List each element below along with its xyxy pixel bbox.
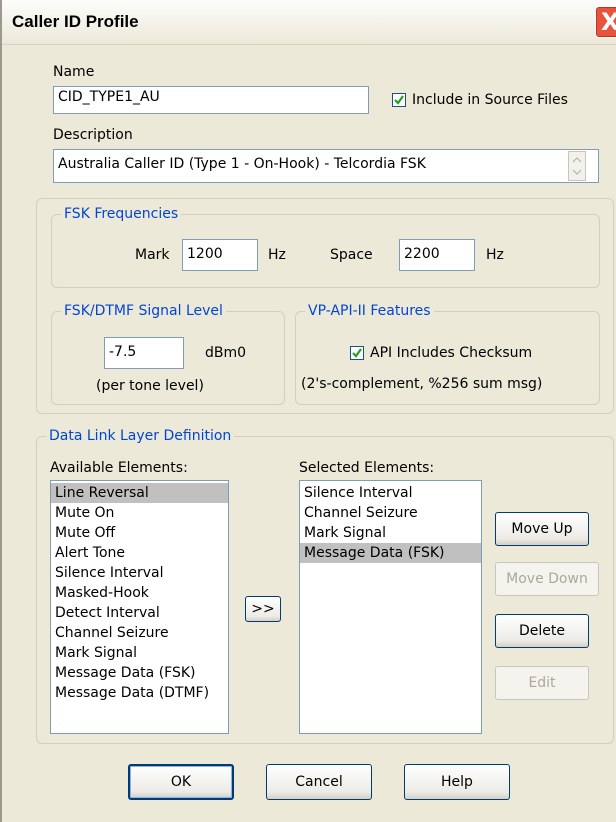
- list-item[interactable]: Silence Interval: [300, 483, 481, 503]
- list-item[interactable]: Line Reversal: [51, 483, 228, 503]
- close-icon: X: [601, 8, 616, 36]
- cancel-button[interactable]: Cancel: [266, 764, 372, 800]
- list-item[interactable]: Mark Signal: [300, 523, 481, 543]
- api-checksum-label: API Includes Checksum: [370, 345, 533, 361]
- list-item[interactable]: Mark Signal: [51, 643, 228, 663]
- available-elements-label: Available Elements:: [50, 460, 188, 476]
- name-label: Name: [53, 64, 95, 80]
- list-item[interactable]: Alert Tone: [51, 543, 228, 563]
- help-button[interactable]: Help: [404, 764, 510, 800]
- list-item[interactable]: Message Data (FSK): [51, 663, 228, 683]
- list-item[interactable]: Message Data (FSK): [300, 543, 481, 563]
- mark-unit: Hz: [268, 247, 286, 263]
- signal-level-unit: dBm0: [205, 345, 247, 361]
- vp-api-features-title: VP-API-II Features: [305, 303, 434, 319]
- checkmark-icon: [352, 348, 362, 358]
- fsk-frequencies-title: FSK Frequencies: [61, 206, 182, 222]
- signal-level-title: FSK/DTMF Signal Level: [61, 303, 226, 319]
- edit-button[interactable]: Edit: [495, 666, 589, 700]
- data-link-title: Data Link Layer Definition: [46, 428, 235, 444]
- list-item[interactable]: Silence Interval: [51, 563, 228, 583]
- available-elements-list[interactable]: Line Reversal Mute On Mute Off Alert Ton…: [50, 480, 229, 734]
- description-label: Description: [53, 127, 133, 143]
- fsk-frequencies-group: [51, 214, 600, 288]
- description-input[interactable]: Australia Caller ID (Type 1 - On-Hook) -…: [53, 149, 599, 183]
- list-item[interactable]: Detect Interval: [51, 603, 228, 623]
- signal-level-input[interactable]: -7.5: [104, 337, 184, 369]
- include-source-label: Include in Source Files: [412, 92, 568, 108]
- checkmark-icon: [394, 95, 404, 105]
- description-scrollbar[interactable]: [568, 151, 586, 181]
- list-item[interactable]: Mute Off: [51, 523, 228, 543]
- include-source-checkbox[interactable]: [392, 93, 406, 107]
- space-label: Space: [330, 247, 373, 263]
- delete-button[interactable]: Delete: [495, 614, 589, 648]
- add-element-button[interactable]: >>: [245, 596, 281, 622]
- list-item[interactable]: Channel Seizure: [51, 623, 228, 643]
- ok-button[interactable]: OK: [128, 764, 234, 800]
- list-item[interactable]: Message Data (DTMF): [51, 683, 228, 703]
- name-input[interactable]: CID_TYPE1_AU: [53, 86, 369, 114]
- space-frequency-input[interactable]: 2200: [399, 239, 475, 271]
- mark-label: Mark: [135, 247, 170, 263]
- signal-level-note: (per tone level): [96, 378, 204, 394]
- list-item[interactable]: Channel Seizure: [300, 503, 481, 523]
- move-up-button[interactable]: Move Up: [495, 512, 589, 546]
- caller-id-profile-dialog: Caller ID Profile X Name CID_TYPE1_AU In…: [0, 0, 616, 822]
- space-unit: Hz: [486, 247, 504, 263]
- selected-elements-list[interactable]: Silence Interval Channel Seizure Mark Si…: [299, 480, 482, 734]
- list-item[interactable]: Masked-Hook: [51, 583, 228, 603]
- move-down-button[interactable]: Move Down: [495, 562, 599, 596]
- scroll-arrows-icon: [572, 157, 582, 175]
- mark-frequency-input[interactable]: 1200: [182, 239, 258, 271]
- api-checksum-checkbox[interactable]: [350, 346, 364, 360]
- close-button[interactable]: X: [595, 6, 616, 38]
- window-title: Caller ID Profile: [12, 12, 139, 31]
- title-bar: Caller ID Profile X: [2, 0, 616, 45]
- api-checksum-note: (2's-complement, %256 sum msg): [301, 376, 543, 392]
- list-item[interactable]: Mute On: [51, 503, 228, 523]
- selected-elements-label: Selected Elements:: [299, 460, 435, 476]
